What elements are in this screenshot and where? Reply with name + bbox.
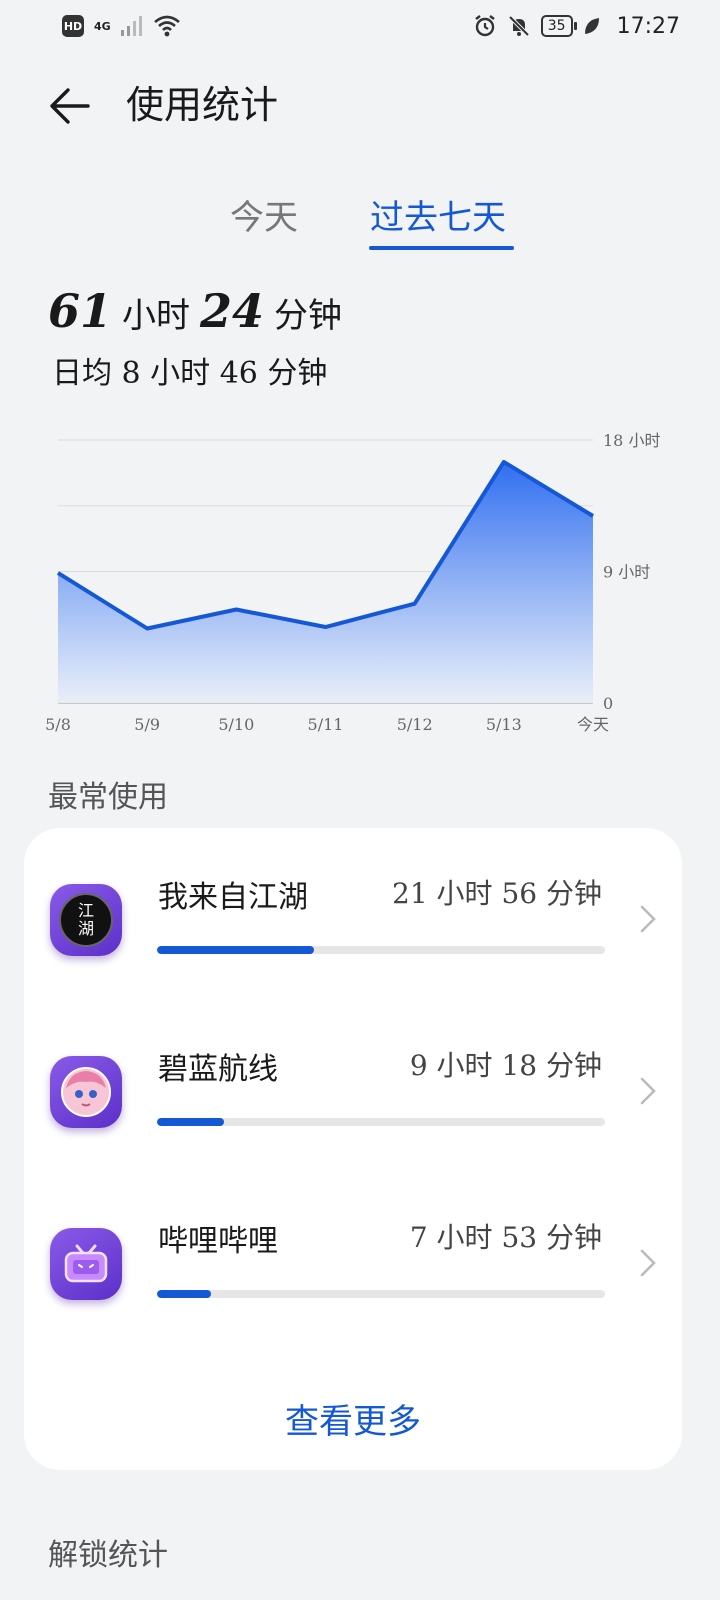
app-row-jianghu[interactable]: 江湖 我来自江湖 21 小时 56 分钟 xyxy=(24,828,682,1000)
signal-icon xyxy=(120,16,142,36)
usage-progress-fill xyxy=(157,1290,211,1298)
chevron-right-icon xyxy=(640,1249,656,1277)
usage-area xyxy=(58,461,593,703)
usage-progress-bar xyxy=(157,1118,605,1126)
alarm-icon xyxy=(475,15,495,37)
most-used-title: 最常使用 xyxy=(48,780,168,815)
status-left: HD 4G xyxy=(62,15,181,37)
status-bar: HD 4G 35 17:27 xyxy=(0,0,720,52)
active-tab-indicator xyxy=(369,246,514,250)
total-minutes: 24 xyxy=(200,284,265,338)
app-usage-time: 9 小时 18 分钟 xyxy=(409,1049,602,1082)
page-title: 使用统计 xyxy=(126,83,279,127)
chevron-right-icon xyxy=(640,1077,656,1105)
usage-progress-fill xyxy=(157,946,314,954)
battery-indicator: 35 xyxy=(540,15,577,37)
status-right: 35 17:27 xyxy=(473,14,680,39)
unlock-stats-title: 解锁统计 xyxy=(48,1538,168,1573)
x-tick-label: 5/10 xyxy=(218,715,254,734)
clock: 17:27 xyxy=(616,13,680,39)
y-tick-label: 9 小时 xyxy=(603,563,650,582)
x-tick-label: 今天 xyxy=(577,715,609,734)
mute-bell-icon xyxy=(508,15,530,37)
app-name: 碧蓝航线 xyxy=(158,1052,278,1087)
total-hours: 61 xyxy=(48,284,113,338)
tab-today[interactable]: 今天 xyxy=(230,196,298,240)
y-tick-label: 0 xyxy=(603,694,613,713)
back-button[interactable] xyxy=(42,82,98,130)
x-tick-label: 5/13 xyxy=(486,715,522,734)
x-tick-label: 5/12 xyxy=(397,715,433,734)
app-row-azur-lane[interactable]: 碧蓝航线 9 小时 18 分钟 xyxy=(24,1000,682,1172)
back-arrow-icon xyxy=(50,88,90,124)
app-name: 我来自江湖 xyxy=(158,880,308,915)
x-tick-label: 5/11 xyxy=(308,715,344,734)
usage-progress-fill xyxy=(157,1118,225,1126)
usage-progress-bar xyxy=(157,946,605,954)
jianghu-app-icon: 江湖 xyxy=(50,884,122,956)
y-tick-label: 18 小时 xyxy=(603,431,660,450)
usage-progress-bar xyxy=(157,1290,605,1298)
app-usage-time: 21 小时 56 分钟 xyxy=(392,877,602,910)
tab-past-seven-days[interactable]: 过去七天 xyxy=(370,196,506,240)
azur-lane-app-icon xyxy=(50,1056,122,1128)
see-more-button[interactable]: 查看更多 xyxy=(24,1394,682,1443)
wifi-icon xyxy=(153,15,180,37)
usage-chart: 5/8 5/9 5/10 5/11 5/12 5/13 今天 18 小时 9 小时 0 xyxy=(45,431,660,734)
anime-avatar-icon xyxy=(61,1067,111,1117)
x-tick-label: 5/9 xyxy=(134,715,160,734)
x-tick-label: 5/8 xyxy=(45,715,71,734)
bilibili-app-icon xyxy=(50,1228,122,1300)
tv-icon xyxy=(64,1244,108,1283)
network-type: 4G xyxy=(94,19,111,33)
jianghu-icon-text: 江湖 xyxy=(77,901,94,938)
app-row-bilibili[interactable]: 哔哩哔哩 7 小时 53 分钟 xyxy=(24,1172,682,1344)
total-usage: 61 小时 24 分钟 xyxy=(48,284,342,338)
chevron-right-icon xyxy=(640,905,656,933)
leaf-icon xyxy=(584,18,599,34)
most-used-card: 江湖 我来自江湖 21 小时 56 分钟 碧蓝航线 9 小时 18 分钟 哔哩哔… xyxy=(24,828,682,1470)
daily-average: 日均 8 小时 46 分钟 xyxy=(52,356,328,391)
jianghu-icon-emblem: 江湖 xyxy=(59,893,113,947)
app-usage-time: 7 小时 53 分钟 xyxy=(409,1221,602,1254)
hours-unit: 小时 xyxy=(122,296,191,336)
app-name: 哔哩哔哩 xyxy=(158,1224,278,1259)
minutes-unit: 分钟 xyxy=(274,296,343,336)
hd-badge: HD xyxy=(62,15,84,37)
